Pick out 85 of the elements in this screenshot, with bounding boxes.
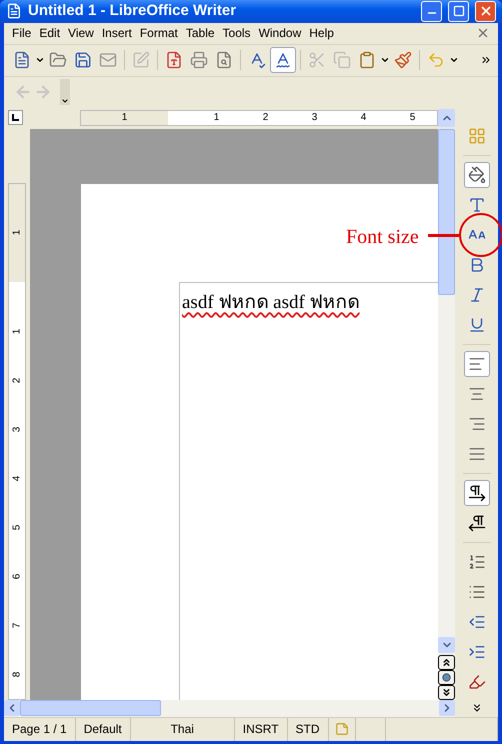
previous-page-button[interactable] (438, 654, 455, 670)
menu-item[interactable]: Table (182, 24, 219, 42)
menu-item[interactable]: Insert (98, 24, 136, 42)
highlight-ring (459, 213, 502, 257)
navigator-button[interactable] (438, 670, 455, 684)
circle-icon (442, 672, 451, 682)
align-left-button[interactable] (464, 350, 490, 376)
ruler-number: 5 (410, 111, 416, 124)
menu-item[interactable]: File (8, 24, 36, 42)
ruler-number: 5 (10, 524, 24, 530)
ruler-number: 2 (262, 111, 268, 124)
save-icon[interactable] (74, 51, 92, 69)
document-icon (6, 3, 22, 20)
menu-item[interactable]: Help (305, 24, 338, 42)
horizontal-scrollbar[interactable] (4, 700, 455, 716)
scroll-left-button[interactable] (4, 700, 20, 716)
dropdown-icon (35, 55, 45, 65)
document-modified-icon (334, 722, 349, 736)
scroll-down-button[interactable] (438, 636, 455, 652)
next-page-button[interactable] (438, 684, 455, 700)
status-text: STD (296, 721, 320, 738)
right-to-left-icon[interactable] (468, 514, 486, 532)
highlighter-icon[interactable] (468, 672, 486, 690)
status-text: Thai (170, 721, 194, 738)
ruler-number: 4 (360, 111, 366, 124)
scroll-right-button[interactable] (439, 700, 455, 716)
page-preview-icon[interactable] (215, 51, 233, 69)
tab-stop-icon (12, 114, 19, 121)
menu-item[interactable]: View (64, 24, 98, 42)
ruler-number: 4 (10, 475, 24, 481)
menu-item[interactable]: Edit (35, 24, 64, 42)
ruler-number: 1 (122, 111, 128, 124)
tab-stop-button[interactable] (8, 110, 23, 125)
paint-bucket-button[interactable] (464, 162, 490, 188)
auto-spellcheck-button[interactable] (270, 47, 296, 73)
double-up-arrow-icon (441, 656, 452, 668)
ruler-number: 6 (10, 573, 24, 579)
leader-line (428, 234, 459, 237)
toolbar-dropdown[interactable] (60, 78, 70, 104)
ruler-number: 8 (10, 671, 24, 677)
ruler-number: 1 (214, 111, 220, 124)
scroll-thumb[interactable] (438, 128, 455, 294)
dropdown-icon (380, 55, 390, 65)
minimize-button[interactable] (421, 0, 442, 22)
ruler-number: 7 (10, 622, 24, 628)
pdf-icon[interactable] (165, 51, 183, 69)
paste-icon[interactable] (358, 51, 376, 69)
status-text: INSRT (242, 721, 279, 738)
ruler-number: 1 (10, 328, 24, 334)
scroll-up-button[interactable] (438, 108, 455, 126)
status-text: Default (84, 721, 122, 738)
ruler-number: 3 (10, 426, 24, 432)
vertical-scrollbar[interactable] (438, 128, 455, 700)
maximize-button[interactable] (448, 0, 469, 22)
left-to-right-button[interactable] (464, 480, 490, 506)
dropdown-icon (449, 55, 459, 65)
forward-arrow-icon (34, 82, 52, 100)
new-document-icon[interactable] (13, 51, 31, 69)
annotation-label: Font size (346, 225, 419, 250)
double-down-arrow-icon (441, 686, 452, 698)
caret-icon (61, 96, 69, 104)
underline-icon[interactable] (468, 316, 486, 334)
ruler-number: 1 (10, 230, 24, 236)
menu-item[interactable]: Window (254, 24, 306, 42)
ruler-number: 2 (10, 377, 24, 383)
open-icon[interactable] (49, 51, 67, 69)
paint-bucket-icon (468, 166, 486, 184)
more-icon (480, 54, 492, 66)
ruler-number: 3 (312, 111, 318, 124)
maximize-icon (452, 5, 464, 18)
document-text: asdf ฟหกด asdf ฟหกด (182, 292, 360, 312)
close-document-icon (476, 26, 490, 40)
scroll-thumb[interactable] (20, 700, 161, 716)
spellcheck-underline-icon (274, 51, 292, 69)
window-title: Untitled 1 - LibreOffice Writer (28, 1, 238, 21)
paintbrush-icon[interactable] (394, 51, 412, 69)
menu-item[interactable]: Tools (218, 24, 255, 42)
status-text: Page 1 / 1 (12, 721, 67, 738)
print-icon[interactable] (190, 51, 208, 69)
close-icon (478, 4, 492, 18)
numbered-list-icon[interactable] (468, 552, 486, 570)
left-to-right-icon (468, 484, 486, 502)
menu-item[interactable]: Format (136, 24, 182, 42)
close-button[interactable] (475, 0, 496, 22)
character-icon[interactable] (468, 196, 486, 214)
